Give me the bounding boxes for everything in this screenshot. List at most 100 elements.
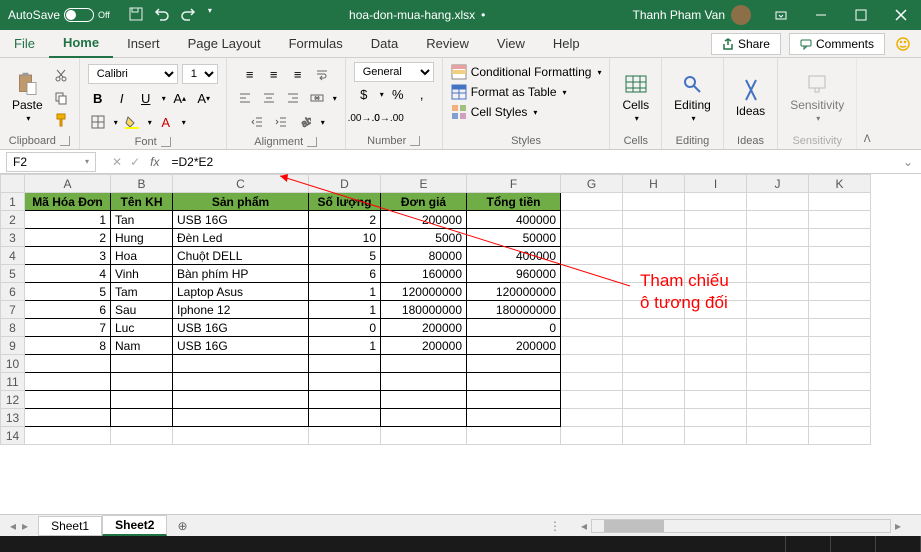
cell[interactable] [25,373,111,391]
cell[interactable]: 2 [25,229,111,247]
cell[interactable]: Nam [111,337,173,355]
cell[interactable]: 5 [309,247,381,265]
row-header-4[interactable]: 4 [1,247,25,265]
row-header-7[interactable]: 7 [1,301,25,319]
cell[interactable]: 5 [25,283,111,301]
horizontal-scrollbar[interactable] [591,519,891,533]
cell[interactable] [685,409,747,427]
tab-home[interactable]: Home [49,30,113,58]
cell[interactable] [381,355,467,373]
cell[interactable] [809,193,871,211]
align-center-icon[interactable] [259,88,279,108]
cell[interactable] [173,409,309,427]
cell[interactable] [747,391,809,409]
row-header-8[interactable]: 8 [1,319,25,337]
cell[interactable] [381,391,467,409]
cell[interactable] [561,283,623,301]
cell[interactable] [747,409,809,427]
cell[interactable] [809,391,871,409]
cut-icon[interactable] [51,66,71,86]
collapse-ribbon-icon[interactable]: ᐱ [864,134,871,145]
cell[interactable] [309,391,381,409]
cell[interactable]: 8 [25,337,111,355]
cell[interactable]: Đèn Led [173,229,309,247]
save-icon[interactable] [128,6,144,25]
cell[interactable] [809,265,871,283]
cell[interactable] [623,355,685,373]
cell[interactable] [561,319,623,337]
row-header-12[interactable]: 12 [1,391,25,409]
cell[interactable]: 960000 [467,265,561,283]
column-header-G[interactable]: G [561,175,623,193]
cell[interactable]: Chuột DELL [173,247,309,265]
cell[interactable] [809,427,871,445]
percent-icon[interactable]: % [388,84,408,104]
cell[interactable] [623,283,685,301]
table-header-cell[interactable]: Đơn giá [381,193,467,211]
underline-button[interactable]: U [136,88,156,108]
cell[interactable]: Luc [111,319,173,337]
cell[interactable] [747,337,809,355]
cell[interactable] [623,427,685,445]
cell[interactable] [173,427,309,445]
cell[interactable]: 1 [309,283,381,301]
table-header-cell[interactable]: Tổng tiền [467,193,561,211]
cell[interactable]: 200000 [381,319,467,337]
cell[interactable]: 0 [309,319,381,337]
font-name-select[interactable]: Calibri [88,64,178,84]
cell[interactable] [561,301,623,319]
cell[interactable]: 6 [309,265,381,283]
row-header-5[interactable]: 5 [1,265,25,283]
cell[interactable]: 7 [25,319,111,337]
cell[interactable] [381,427,467,445]
currency-icon[interactable]: $ [354,84,374,104]
cell[interactable]: 180000000 [381,301,467,319]
cell[interactable] [685,301,747,319]
sensitivity-button[interactable]: Sensitivity▾ [786,70,848,125]
alignment-dialog-launcher[interactable] [307,137,317,147]
cell[interactable]: 120000000 [467,283,561,301]
wrap-text-icon[interactable] [312,64,332,84]
cell[interactable]: Hoa [111,247,173,265]
cell[interactable]: Laptop Asus [173,283,309,301]
table-header-cell[interactable]: Sản phẩm [173,193,309,211]
merge-icon[interactable] [307,88,327,108]
cell[interactable] [685,229,747,247]
spreadsheet-grid[interactable]: ABCDEFGHIJK1Mã Hóa ĐơnTên KHSản phẩmSố l… [0,174,921,514]
copy-icon[interactable] [51,88,71,108]
tab-formulas[interactable]: Formulas [275,30,357,58]
cell[interactable]: Sau [111,301,173,319]
cell[interactable] [173,373,309,391]
cell[interactable] [809,409,871,427]
share-button[interactable]: Share [711,33,781,55]
cell[interactable] [809,211,871,229]
cell[interactable] [467,373,561,391]
hscroll-left-icon[interactable]: ◂ [581,519,587,533]
table-header-cell[interactable]: Tên KH [111,193,173,211]
cell[interactable]: USB 16G [173,211,309,229]
cell[interactable] [467,427,561,445]
sheet-split-icon[interactable]: ⋮ [549,519,561,533]
column-header-C[interactable]: C [173,175,309,193]
cell[interactable] [623,265,685,283]
cell[interactable] [561,229,623,247]
cell[interactable] [381,373,467,391]
cell[interactable]: 5000 [381,229,467,247]
cell[interactable] [25,355,111,373]
cell[interactable]: Hung [111,229,173,247]
cell[interactable] [561,373,623,391]
row-header-2[interactable]: 2 [1,211,25,229]
cell[interactable]: Tam [111,283,173,301]
increase-indent-icon[interactable] [271,112,291,132]
cell[interactable] [25,409,111,427]
redo-icon[interactable] [180,6,196,25]
cell[interactable] [623,337,685,355]
align-bottom-icon[interactable]: ≡ [288,64,308,84]
number-format-select[interactable]: General [354,62,434,82]
cell[interactable] [747,265,809,283]
cell[interactable] [309,355,381,373]
cell-styles-button[interactable]: Cell Styles▾ [451,102,538,122]
cell[interactable]: 200000 [381,337,467,355]
align-left-icon[interactable] [235,88,255,108]
cell[interactable] [173,391,309,409]
